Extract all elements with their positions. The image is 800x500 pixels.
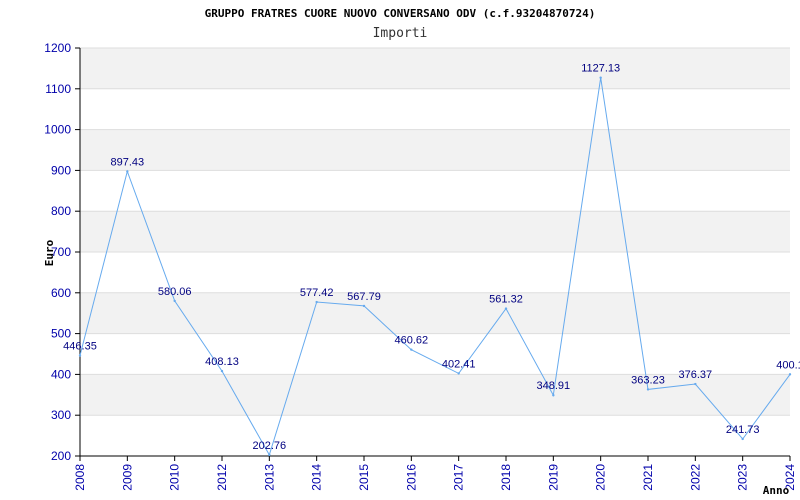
data-label: 402.41 (442, 358, 476, 370)
y-tick-label: 800 (51, 204, 71, 218)
y-tick-label: 400 (51, 367, 71, 381)
data-label: 408.13 (205, 356, 239, 368)
data-label: 446.35 (63, 340, 97, 352)
x-tick-label: 2016 (404, 464, 418, 491)
x-tick-label: 2009 (120, 464, 134, 491)
data-point (552, 394, 555, 397)
y-tick-label: 1100 (45, 82, 71, 96)
y-tick-label: 900 (51, 163, 71, 177)
x-tick-label: 2017 (452, 464, 466, 491)
plot-band (80, 211, 790, 252)
chart: 200300400500600700800900100011001200 200… (43, 7, 800, 497)
data-point (268, 453, 271, 457)
x-tick-label: 2015 (357, 464, 371, 491)
data-point (457, 372, 460, 375)
plot-background (80, 48, 790, 416)
y-tick-label: 1000 (44, 123, 71, 137)
data-label: 363.23 (631, 374, 665, 386)
data-label: 567.79 (347, 291, 381, 303)
data-label: 897.43 (111, 156, 145, 168)
data-point (788, 373, 792, 376)
x-tick-label: 2008 (73, 464, 87, 491)
x-tick-label: 2014 (310, 464, 324, 491)
data-label: 202.76 (253, 440, 287, 452)
x-tick-label: 2019 (546, 464, 560, 491)
x-axis-label: Anno (763, 484, 790, 497)
data-label: 561.32 (489, 294, 523, 306)
data-point (410, 348, 413, 351)
data-point (315, 300, 318, 304)
data-label: 241.73 (726, 424, 760, 436)
data-label: 400.1 (776, 359, 800, 371)
data-point (78, 354, 82, 357)
data-label: 577.42 (300, 287, 334, 299)
data-point (504, 307, 508, 310)
data-point (694, 382, 697, 386)
x-tick-label: 2023 (736, 464, 750, 491)
plot-band (80, 48, 790, 89)
y-tick-label: 1200 (44, 41, 71, 55)
x-tick-label: 2012 (215, 464, 229, 491)
data-point (173, 299, 176, 303)
data-label: 348.91 (537, 380, 571, 392)
x-tick-label: 2021 (641, 464, 655, 491)
data-point (646, 388, 650, 391)
data-point (362, 304, 366, 308)
y-tick-label: 500 (51, 327, 71, 341)
data-label: 460.62 (395, 335, 429, 347)
y-axis-label: Euro (43, 239, 56, 266)
data-label: 580.06 (158, 286, 192, 298)
plot-band (80, 129, 790, 171)
x-tick-labels: 2008 2009 2010 2012 2013 2014 2015 2016 2017 2018… (73, 464, 797, 491)
y-tick-label: 600 (51, 286, 71, 300)
chart-title: GRUPPO FRATRES CUORE NUOVO CONVERSANO OD… (205, 7, 596, 20)
data-point (599, 76, 602, 79)
y-tick-label: 200 (51, 449, 71, 463)
data-label: 376.37 (679, 369, 713, 381)
x-tick-label: 2022 (688, 464, 702, 491)
x-tick-label: 2018 (499, 464, 513, 491)
data-point (126, 170, 129, 173)
data-point (220, 369, 224, 373)
x-tick-label: 2013 (262, 464, 276, 491)
y-tick-label: 300 (51, 408, 71, 422)
chart-subtitle: Importi (373, 26, 428, 41)
plot-band (80, 292, 790, 334)
data-label: 1127.13 (581, 63, 620, 75)
x-tick-label: 2020 (594, 464, 608, 491)
x-tick-label: 2010 (168, 464, 182, 491)
data-point (741, 437, 744, 441)
